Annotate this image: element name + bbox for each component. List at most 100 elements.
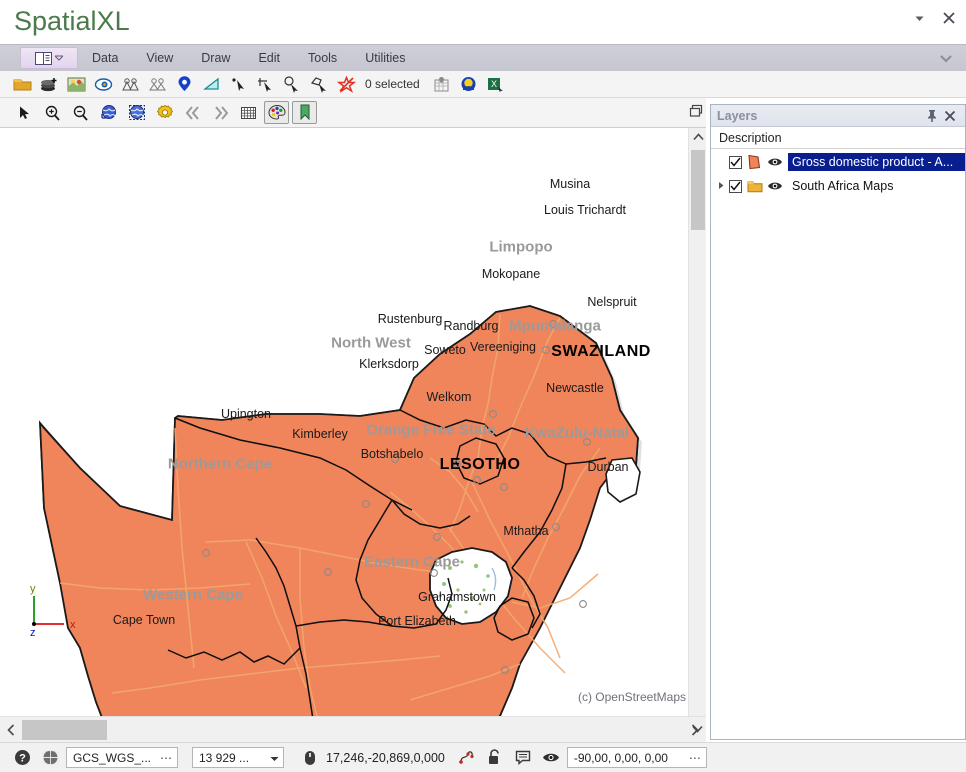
svg-text:X: X [491, 79, 497, 89]
mouse-icon [298, 746, 322, 770]
layers-panel-title: Layers [717, 109, 923, 123]
thematic-map-icon[interactable] [429, 73, 454, 96]
map-horizontal-scrollbar[interactable] [0, 716, 706, 742]
province-label: Limpopo [489, 239, 552, 256]
eye-icon[interactable] [766, 178, 783, 195]
scale-field[interactable]: 13 929 ... [192, 747, 284, 768]
province-label: Northern Cape [168, 456, 272, 473]
svg-text:?: ? [19, 753, 26, 765]
scale-dropdown-button[interactable] [270, 751, 279, 765]
zoom-layer-extent-icon[interactable] [124, 101, 149, 124]
vertical-scroll-thumb[interactable] [691, 150, 705, 230]
add-layer-icon[interactable] [37, 73, 62, 96]
app-title: SpatialXL [14, 6, 130, 37]
layer-row[interactable]: South Africa Maps [711, 174, 965, 198]
close-icon[interactable] [941, 107, 959, 125]
city-label: Mthatha [503, 524, 548, 538]
city-label: Louis Trichardt [544, 203, 626, 217]
title-bar: SpatialXL [0, 0, 966, 44]
menu-item-tools[interactable]: Tools [294, 45, 351, 71]
scroll-down-button[interactable] [688, 716, 706, 742]
horizontal-scroll-thumb[interactable] [22, 720, 107, 740]
snap-icon[interactable] [455, 746, 479, 770]
city-label: Rustenburg [378, 312, 443, 326]
arrow-pointer-icon[interactable] [12, 101, 37, 124]
rotation-options-button[interactable]: ⋯ [689, 751, 702, 765]
layer-visibility-checkbox[interactable] [729, 180, 742, 193]
menu-item-view[interactable]: View [132, 45, 187, 71]
add-points-icon[interactable] [118, 73, 143, 96]
city-label: Newcastle [546, 381, 604, 395]
settings-gear-icon[interactable] [152, 101, 177, 124]
pin-icon[interactable] [923, 107, 941, 125]
city-label: Nelspruit [587, 295, 636, 309]
scroll-up-button[interactable] [689, 128, 707, 146]
layer-name: Gross domestic product - A... [788, 153, 965, 171]
select-polygon-icon[interactable] [307, 73, 332, 96]
grid-icon[interactable] [236, 101, 261, 124]
rotation-value: -90,00, 0,00, 0,00 [574, 751, 668, 765]
zoom-in-icon[interactable] [40, 101, 65, 124]
city-label: Durban [588, 460, 629, 474]
city-label: Kimberley [292, 427, 348, 441]
export-excel-icon[interactable]: X [483, 73, 508, 96]
menu-item-draw[interactable]: Draw [187, 45, 244, 71]
ribbon-expand-button[interactable] [938, 45, 966, 71]
map-attribution: (c) OpenStreetMaps [578, 690, 686, 704]
zoom-full-extent-icon[interactable] [96, 101, 121, 124]
polygon-layer-icon [746, 154, 763, 171]
select-pointer-icon[interactable] [226, 73, 251, 96]
country-label: SWAZILAND [551, 343, 651, 361]
place-marker-icon[interactable] [172, 73, 197, 96]
open-folder-icon[interactable] [10, 73, 35, 96]
restore-window-icon[interactable] [686, 101, 706, 121]
city-label: Randburg [444, 319, 499, 333]
next-extent-icon[interactable] [208, 101, 233, 124]
eye-icon[interactable] [539, 746, 563, 770]
help-icon[interactable]: ? [10, 746, 34, 770]
crs-field[interactable]: GCS_WGS_... ⋯ [66, 747, 178, 768]
note-icon[interactable] [511, 746, 535, 770]
expand-arrow-icon[interactable] [713, 181, 729, 192]
layers-tree[interactable]: Gross domestic product - A... South Afric… [711, 150, 965, 739]
unlock-icon[interactable] [483, 746, 507, 770]
country-label: LESOTHO [440, 456, 521, 474]
map-canvas[interactable]: LimpopoMpumalangaNorth WestKwaZulu-Natal… [0, 128, 706, 716]
selection-count-label: 0 selected [361, 77, 427, 91]
menu-item-utilities[interactable]: Utilities [351, 45, 419, 71]
zoom-out-icon[interactable] [68, 101, 93, 124]
menu-item-edit[interactable]: Edit [244, 45, 294, 71]
palette-icon[interactable] [264, 101, 289, 124]
view-toolbar [0, 98, 706, 128]
geocode-icon[interactable] [456, 73, 481, 96]
province-label: KwaZulu-Natal [525, 425, 629, 442]
edit-points-icon[interactable] [145, 73, 170, 96]
basemap-icon[interactable] [91, 73, 116, 96]
layers-column-header: Description [711, 127, 965, 149]
measure-triangle-icon[interactable] [199, 73, 224, 96]
city-label: Cape Town [113, 613, 175, 627]
layer-visibility-checkbox[interactable] [729, 156, 742, 169]
map-image-icon[interactable] [64, 73, 89, 96]
rotation-field[interactable]: -90,00, 0,00, 0,00 ⋯ [567, 747, 707, 768]
close-button[interactable] [940, 9, 958, 27]
svg-text:y: y [30, 583, 36, 595]
globe-icon[interactable] [38, 746, 62, 770]
previous-extent-icon[interactable] [180, 101, 205, 124]
city-label: Welkom [427, 390, 472, 404]
scroll-left-button[interactable] [0, 717, 22, 743]
clear-selection-icon[interactable] [334, 73, 359, 96]
crs-options-button[interactable]: ⋯ [160, 751, 173, 765]
select-rectangle-icon[interactable] [253, 73, 278, 96]
eye-icon[interactable] [766, 154, 783, 171]
province-label: Western Cape [143, 587, 243, 604]
layer-row[interactable]: Gross domestic product - A... [711, 150, 965, 174]
application-menu-button[interactable] [20, 47, 78, 69]
bookmark-icon[interactable] [292, 101, 317, 124]
menu-item-data[interactable]: Data [78, 45, 132, 71]
minimize-button[interactable] [910, 9, 928, 27]
map-vertical-scrollbar[interactable] [688, 128, 706, 716]
application-window: SpatialXL Data View [0, 0, 966, 772]
city-label: Vereeniging [470, 340, 536, 354]
select-circle-icon[interactable] [280, 73, 305, 96]
